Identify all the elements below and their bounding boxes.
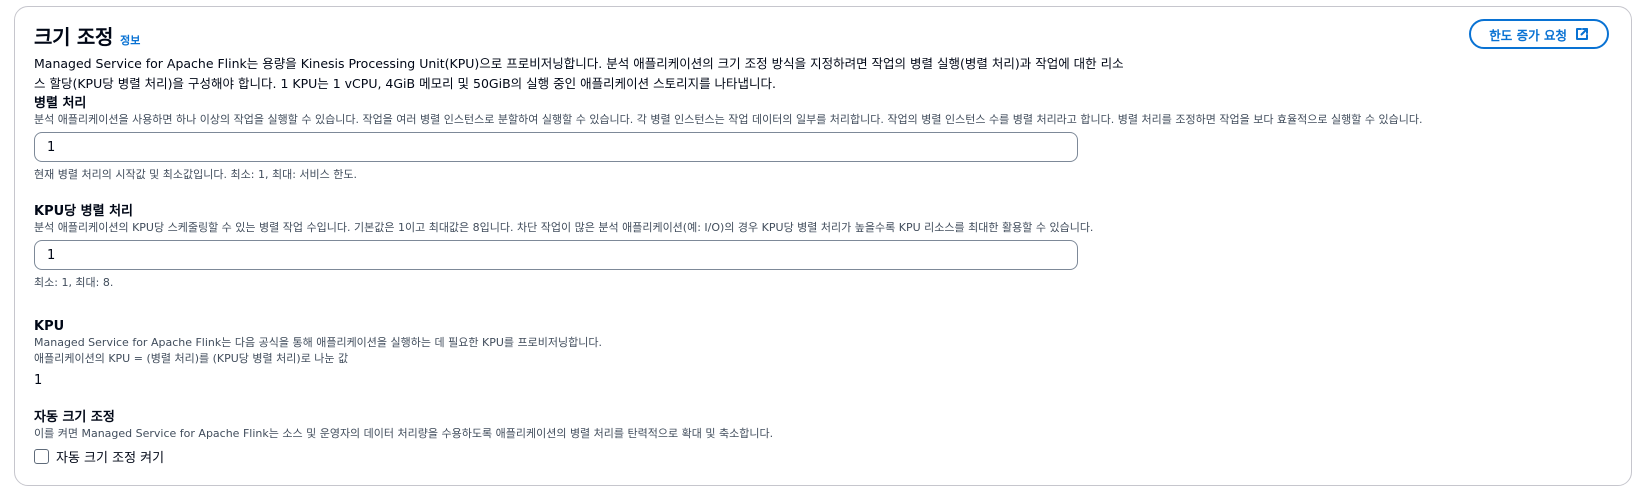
parallelism-section: 병렬 처리 분석 애플리케이션을 사용하면 하나 이상의 작업을 실행할 수 있… xyxy=(34,95,1422,182)
kpu-formula: 애플리케이션의 KPU = (병렬 처리)를 (KPU당 병렬 처리)로 나눈 … xyxy=(34,352,349,365)
parallelism-per-kpu-label: KPU당 병렬 처리 xyxy=(34,204,134,219)
autoscaling-label: 자동 크기 조정 xyxy=(34,410,115,425)
info-link[interactable]: 정보 xyxy=(120,32,140,48)
panel-header: 크기 조정 정보 xyxy=(34,21,140,50)
kpu-value: 1 xyxy=(34,373,43,388)
parallelism-hint: 현재 병렬 처리의 시작값 및 최소값입니다. 최소: 1, 최대: 서비스 한… xyxy=(34,168,357,181)
external-link-icon xyxy=(1575,27,1589,41)
kpu-section: KPU Managed Service for Apache Flink는 다음… xyxy=(34,318,602,388)
parallelism-description: 분석 애플리케이션을 사용하면 하나 이상의 작업을 실행할 수 있습니다. 작… xyxy=(34,113,1423,126)
kpu-label: KPU xyxy=(34,319,65,334)
parallelism-per-kpu-input[interactable] xyxy=(34,240,1078,270)
autoscaling-section: 자동 크기 조정 이를 켜면 Managed Service for Apach… xyxy=(34,409,773,466)
autoscaling-toggle-row[interactable]: 자동 크기 조정 켜기 xyxy=(34,447,773,466)
kpu-description: Managed Service for Apache Flink는 다음 공식을… xyxy=(34,336,602,349)
parallelism-input[interactable] xyxy=(34,132,1078,162)
scaling-description: Managed Service for Apache Flink는 용량을 Ki… xyxy=(34,56,1124,91)
parallelism-per-kpu-section: KPU당 병렬 처리 분석 애플리케이션의 KPU당 스케줄링할 수 있는 병렬… xyxy=(34,203,1093,290)
scaling-panel: 크기 조정 정보 한도 증가 요청 Managed Service for Ap… xyxy=(14,6,1632,486)
parallelism-per-kpu-hint: 최소: 1, 최대: 8. xyxy=(34,276,114,289)
autoscaling-checkbox-label[interactable]: 자동 크기 조정 켜기 xyxy=(56,447,164,466)
autoscaling-checkbox[interactable] xyxy=(34,449,49,464)
page-title: 크기 조정 xyxy=(34,25,114,49)
parallelism-per-kpu-description: 분석 애플리케이션의 KPU당 스케줄링할 수 있는 병렬 작업 수입니다. 기… xyxy=(34,221,1094,234)
autoscaling-description: 이를 켜면 Managed Service for Apache Flink는 … xyxy=(34,427,774,440)
request-limit-increase-button[interactable]: 한도 증가 요청 xyxy=(1469,19,1609,49)
request-limit-increase-label: 한도 증가 요청 xyxy=(1489,27,1567,43)
parallelism-label: 병렬 처리 xyxy=(34,96,87,111)
